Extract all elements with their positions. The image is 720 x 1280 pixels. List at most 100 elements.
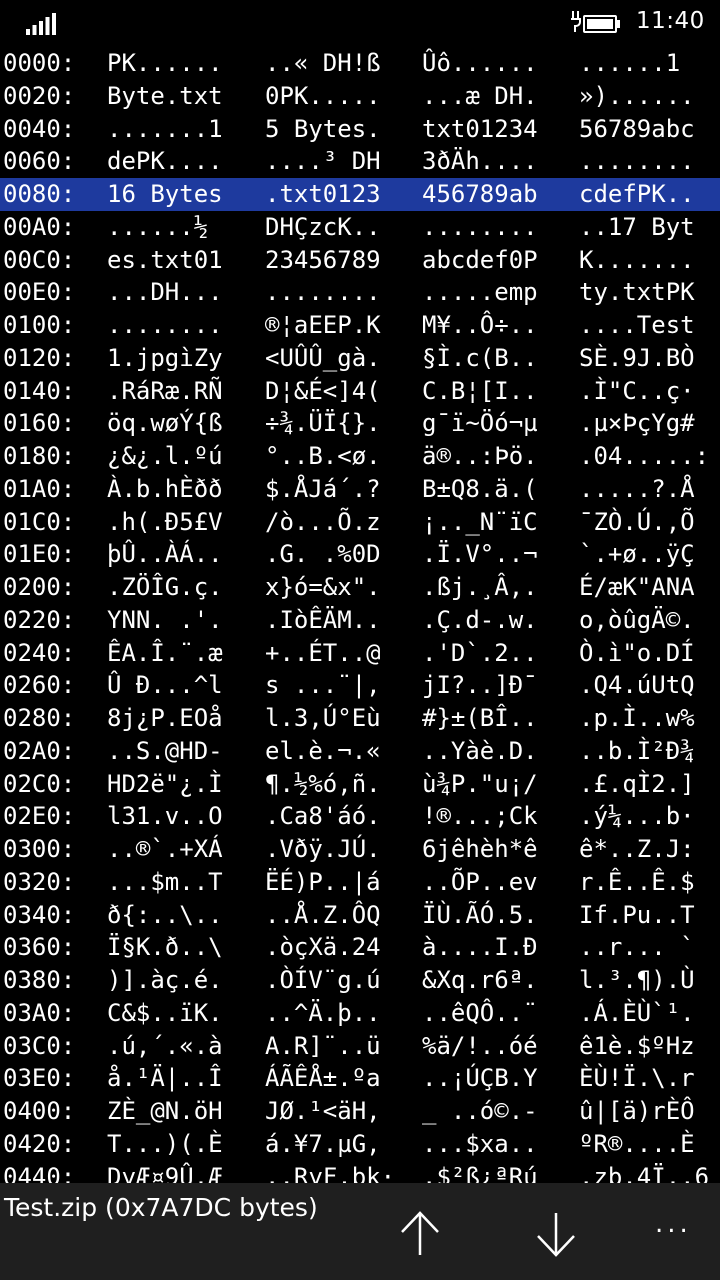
hex-row[interactable]: 03A0: C&$..ïK. ..^Ä.þ.. ..êQÔ..¨ .Á.ÈÙ`¹. — [0, 997, 720, 1030]
hex-row[interactable]: 0220: YNN. .'. .IòÊÄM.. .Ç.d-.w. o,òûgÄ©. — [0, 604, 720, 637]
hex-row-ascii-group: ..RyF.bk· — [265, 1162, 396, 1184]
hex-row-ascii-group: DyÆ¤9Û.Æ — [107, 1162, 223, 1184]
hex-row-ascii-group: ........ — [579, 147, 695, 176]
hex-row-ascii-group: 6jêhèh*ê — [422, 835, 538, 863]
hex-row-ascii-group: x}ó=&x". — [265, 573, 381, 601]
hex-row-ascii-group: .G. .%0D — [265, 540, 381, 569]
hex-row[interactable]: 0320: ...$m..T ËÉ)P..|á ..ÕP..ev r.Ê..Ê.$ — [0, 866, 720, 899]
hex-row-address: 0080: — [3, 180, 76, 208]
hex-row-ascii-group: ÈÙ!Ï.\.r — [579, 1064, 695, 1093]
hex-row-ascii-group: .RáRæ.RÑ — [107, 376, 223, 405]
hex-row[interactable]: 02C0: HD2ë"¿.Ì ¶.½%ó,ñ. ù¾P."u¡/ .£.qÌ2.] — [0, 768, 720, 801]
hex-row-ascii-group: ä®..:Þö. — [422, 442, 538, 470]
hex-row-ascii-group: )].àç.é. — [107, 966, 223, 994]
hex-row[interactable]: 0280: 8j¿P.EOå l.3,Ú°Eù #}±(BÎ.. .p.Ì..w% — [0, 702, 720, 735]
hex-row-ascii-group: .zb.4Ï..6 — [579, 1162, 710, 1184]
hex-row[interactable]: 0380:)].àç.é. .ÒÍV¨g.ú &Xq.r6ª. l.³.¶).Ù — [0, 964, 720, 997]
hex-row-ascii-group: ù¾P."u¡/ — [422, 769, 538, 798]
hex-row[interactable]: 02E0: l31.v..O .Ca8'áó. !®...;Ck .ý¼...b· — [0, 800, 720, 833]
hex-row[interactable]: 0160: öq.wøÝ{ß ÷¾.ÜÏ{}. g¯ï~Öó¬µ .µ×ÞçYg# — [0, 407, 720, 440]
hex-row-ascii-group: ..S.@HD- — [107, 736, 223, 765]
scroll-down-button[interactable] — [526, 1205, 586, 1265]
hex-row-ascii-group: PK...... — [107, 49, 223, 77]
status-bar: 11:40 — [0, 0, 720, 48]
hex-row[interactable]: 0000: PK...... ..« DH!ß Ûô...... ......1 — [0, 47, 720, 80]
hex-row-ascii-group: ...DH... — [107, 278, 223, 307]
scroll-up-button[interactable] — [390, 1205, 450, 1265]
hex-row-ascii-group: abcdef0P — [422, 245, 538, 274]
hex-row-address: 0440: — [3, 1162, 76, 1184]
hex-row[interactable]: 0340: ð{:..\.. ..Å.Z.ÔQ ÏÙ.ÃÓ.5. If.Pu..T — [0, 899, 720, 932]
hex-row[interactable]: 03C0: .ú,´.«.à A.R]¨..ü %ä/!..óé ê1è.$ºHz — [0, 1030, 720, 1063]
hex-row[interactable]: 00A0: ......½ DHÇzcK.......... ..17 Byt — [0, 211, 720, 244]
hex-row-ascii-group: ÊA.Î.¨.æ — [107, 638, 223, 667]
hex-row-ascii-group: l.3,Ú°Eù — [265, 704, 381, 732]
hex-row[interactable]: 02A0: ..S.@HD-el.è.¬.« ..Yàè.D. ..b.Ì²Ð¾ — [0, 735, 720, 768]
hex-row[interactable]: 0420: T...)(.È á.¥7.µG, ...$xa.. ºR®....È — [0, 1128, 720, 1161]
hex-row-ascii-group: el.è.¬.« — [265, 736, 381, 765]
hex-row-ascii-group: .µ×ÞçYg# — [579, 409, 695, 438]
hex-row-ascii-group: ZÈ_@N.öH — [107, 1097, 223, 1125]
hex-row[interactable]: 0120: 1.jpgìZy <UÛÛ_gà. §Ì.c(B.. SÈ.9J.BÒ — [0, 342, 720, 375]
hex-row-ascii-group: ..r... ` — [579, 933, 695, 962]
hex-row[interactable]: 0300: ..®`.+XÁ .Vðÿ.JÚ. 6jêhèh*ê ê*..Z.J: — [0, 833, 720, 866]
hex-row-address: 0300: — [3, 835, 76, 863]
hex-row-address: 01E0: — [3, 540, 76, 569]
hex-row-ascii-group: ËÉ)P..|á — [265, 867, 381, 896]
hex-row-ascii-group: ..¡ÚÇB.Y — [422, 1064, 538, 1093]
hex-row[interactable]: 03E0: å.¹Ä|..Î ÁÃÊÅ±.ºa ..¡ÚÇB.Y ÈÙ!Ï.\.r — [0, 1062, 720, 1095]
hex-row-ascii-group: ºR®....È — [579, 1129, 695, 1158]
hex-row-ascii-group: ®¦aEEP.K — [265, 311, 381, 339]
hex-row[interactable]: 0100:........ ®¦aEEP.K M¥..Ô÷.. ....Test — [0, 309, 720, 342]
hex-row[interactable]: 0440: DyÆ¤9Û.Æ ..RyF.bk· .$²ß¿ªRú .zb.4Ï..6 — [0, 1161, 720, 1184]
hex-row[interactable]: 00C0: es.txt01 23456789 abcdef0P K....... — [0, 244, 720, 277]
hex-row-ascii-group: 16 Bytes — [107, 180, 223, 208]
hex-row-ascii-group: txt01234 — [422, 114, 538, 143]
hex-row-ascii-group: o,òûgÄ©. — [579, 605, 695, 634]
hex-row[interactable]: 01A0: À.b.hÈðð $.ÅJá´.? B±Q8.ä.(.....?.Å — [0, 473, 720, 506]
hex-row[interactable]: 0260: Û Ð...^l s ...¨|, jI?..]Ð¯ .Q4.úUtQ — [0, 669, 720, 702]
hex-row-ascii-group: ..®`.+XÁ — [107, 835, 223, 863]
hex-row[interactable]: 0140: .RáRæ.RÑ D¦&É<]4(C.B¦[I.. .Ì"C..ç· — [0, 375, 720, 408]
hex-row[interactable]: 00E0: ...DH........... .....emp ty.txtPK — [0, 276, 720, 309]
hex-dump-view[interactable]: 0000: PK...... ..« DH!ß Ûô...... ......1 002… — [0, 47, 720, 1183]
hex-row-ascii-group: É/æK"ANA — [579, 573, 695, 601]
hex-row-ascii-group: .p.Ì..w% — [579, 704, 695, 732]
hex-row-address: 0340: — [3, 900, 76, 929]
hex-row-ascii-group: ..17 Byt — [579, 212, 695, 241]
hex-row-ascii-group: dePK.... — [107, 147, 223, 176]
hex-row[interactable]: 0060: dePK.... ....³ DH 3ðÄh............ — [0, 145, 720, 178]
more-options-button[interactable]: ... — [645, 1205, 705, 1265]
hex-row-ascii-group: 5 Bytes. — [265, 114, 381, 143]
hex-row-address: 0420: — [3, 1129, 76, 1158]
hex-row-ascii-group: s ...¨|, — [265, 671, 381, 700]
hex-row-ascii-group: #}±(BÎ.. — [422, 704, 538, 732]
hex-row-address: 03A0: — [3, 998, 76, 1027]
hex-row-ascii-group: 1.jpgìZy — [107, 343, 223, 372]
hex-row[interactable]: 01C0: .h(.Ð5£V/ò...Õ.z ¡.._N¨ïC ¯ZÒ.Ú.,Õ — [0, 506, 720, 539]
hex-row-ascii-group: ......1 — [579, 49, 695, 77]
hex-row-ascii-group: M¥..Ô÷.. — [422, 311, 538, 339]
hex-row-address: 0000: — [3, 49, 76, 77]
hex-row-address: 0380: — [3, 966, 76, 994]
hex-row[interactable]: 0020: Byte.txt 0PK..... ...æ DH. »)...... — [0, 80, 720, 113]
hex-row-ascii-group: JØ.¹<äH, — [265, 1097, 381, 1125]
hex-row-address: 0280: — [3, 704, 76, 732]
hex-row[interactable]: 0400: ZÈ_@N.öH JØ.¹<äH, _ ..ó©.- û|[ä)rÈÔ — [0, 1095, 720, 1128]
hex-row-address: 0140: — [3, 376, 76, 405]
hex-row-ascii-group: ÏÙ.ÃÓ.5. — [422, 900, 538, 929]
hex-row[interactable]: 0040: .......1 5 Bytes. txt01234 56789abc — [0, 113, 720, 146]
hex-row-ascii-group: Û Ð...^l — [107, 671, 223, 700]
hex-row-selected[interactable]: 0080: 16 Bytes .txt0123 456789ab cdefPK.. — [0, 178, 720, 211]
hex-row[interactable]: 01E0: þÛ..ÀÁ.. .G. .%0D .Ï.V°..¬ `.+ø..ÿÇ — [0, 538, 720, 571]
hex-row[interactable]: 0200: .ZÖÎG.ç. x}ó=&x". .ßj.¸Â,. É/æK"ANA — [0, 571, 720, 604]
hex-row[interactable]: 0240: ÊA.Î.¨.æ +..ÉT..@ .'D`.2.. Ò.ì"o.DÍ — [0, 637, 720, 670]
hex-row-address: 0040: — [3, 114, 76, 143]
hex-row[interactable]: 0360: Ï§K.ð..\ .òçXä.24 à....I.Ð ..r... ` — [0, 931, 720, 964]
hex-row-address: 0360: — [3, 933, 76, 962]
hex-row-ascii-group: .ý¼...b· — [579, 802, 695, 831]
hex-row-ascii-group: .Q4.úUtQ — [579, 671, 695, 700]
arrow-down-icon — [537, 1213, 575, 1257]
hex-row-ascii-group: 56789abc — [579, 114, 695, 143]
hex-row[interactable]: 0180: ¿&¿.l.ºú °..B.<ø. ä®..:Þö. .04.....: — [0, 440, 720, 473]
